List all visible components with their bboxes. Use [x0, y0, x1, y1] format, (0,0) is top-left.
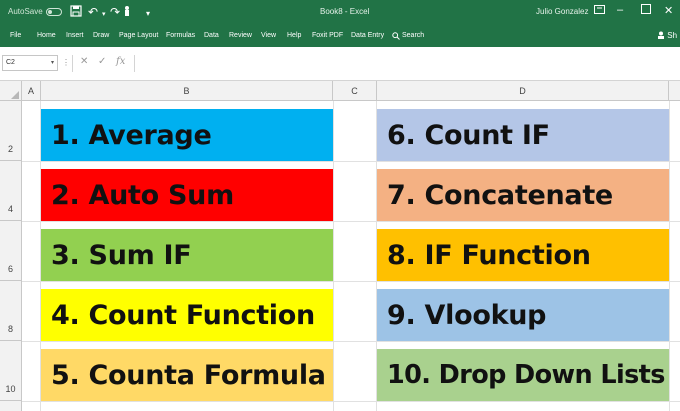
gridline [22, 221, 680, 222]
cell-d4[interactable]: 7. Concatenate [377, 169, 669, 221]
cell-b8[interactable]: 4. Count Function [41, 289, 333, 341]
row-header-2[interactable]: 2 [0, 101, 22, 161]
tab-draw[interactable]: Draw [93, 32, 109, 39]
row-number: 8 [7, 324, 13, 334]
minimize-icon[interactable]: – [617, 4, 623, 16]
gridline [22, 161, 680, 162]
tab-data-entry[interactable]: Data Entry [351, 32, 384, 39]
gridline [669, 101, 670, 411]
cell-b2[interactable]: 1. Average [41, 109, 333, 161]
more-icon: ⋮ [62, 58, 70, 67]
title-bar: AutoSave ↶ ▾ ↷ ▾ Book8 - Excel Julio Gon… [0, 0, 680, 26]
share-button[interactable]: Sh [657, 31, 677, 40]
row-header-11[interactable] [0, 401, 22, 411]
insert-function-icon[interactable]: fx [116, 56, 125, 67]
ribbon-display-icon[interactable] [594, 4, 605, 18]
tab-insert[interactable]: Insert [66, 32, 84, 39]
tab-home[interactable]: Home [37, 32, 56, 39]
ribbon-tabs: File Home Insert Draw Page Layout Formul… [0, 26, 680, 47]
tab-page-layout[interactable]: Page Layout [119, 32, 158, 39]
autosave-toggle[interactable] [46, 8, 62, 16]
autosave-label: AutoSave [8, 7, 43, 16]
select-all-button[interactable] [0, 81, 22, 101]
undo-dropdown-icon[interactable]: ▾ [102, 8, 106, 22]
tab-search[interactable]: Search [402, 32, 424, 39]
formula-input[interactable] [134, 55, 680, 72]
row-number: 4 [7, 204, 13, 214]
cell-b4[interactable]: 2. Auto Sum [41, 169, 333, 221]
row-header-8[interactable]: 8 [0, 281, 22, 341]
cell-b10[interactable]: 5. Counta Formula [41, 349, 333, 401]
row-number: 6 [7, 264, 13, 274]
document-title: Book8 - Excel [320, 7, 370, 16]
row-number: 10 [5, 384, 16, 394]
share-label: Sh [667, 31, 678, 40]
tab-formulas[interactable]: Formulas [166, 32, 195, 39]
gridline [22, 401, 680, 402]
column-header-b[interactable]: B [41, 81, 333, 101]
name-box[interactable]: C2 ▾ [2, 55, 58, 71]
search-icon[interactable] [392, 32, 400, 42]
maximize-icon[interactable] [641, 4, 651, 17]
redo-icon[interactable]: ↷ [110, 5, 120, 19]
column-header-row: A B C D [0, 81, 680, 101]
tab-foxit-pdf[interactable]: Foxit PDF [312, 32, 343, 39]
column-header-c[interactable]: C [333, 81, 377, 101]
row-header-10[interactable]: 10 [0, 341, 22, 401]
spreadsheet-grid: A B C D 2 4 6 8 10 1. Average 2. Auto Su… [0, 81, 680, 411]
undo-icon[interactable]: ↶ [88, 5, 98, 19]
touch-mode-icon[interactable] [122, 5, 132, 20]
row-header-4[interactable]: 4 [0, 161, 22, 221]
tab-view[interactable]: View [261, 32, 276, 39]
cancel-icon[interactable]: ✕ [80, 56, 88, 67]
tab-data[interactable]: Data [204, 32, 219, 39]
customize-qat-icon[interactable]: ▾ [146, 7, 150, 21]
row-number: 2 [7, 144, 13, 154]
cell-d10[interactable]: 10. Drop Down Lists [377, 349, 669, 401]
cell-b6[interactable]: 3. Sum IF [41, 229, 333, 281]
tab-file[interactable]: File [10, 32, 21, 39]
name-box-value: C2 [6, 59, 15, 66]
divider [72, 55, 73, 72]
close-icon[interactable]: ✕ [664, 4, 673, 17]
row-header-6[interactable]: 6 [0, 221, 22, 281]
save-icon[interactable] [70, 5, 82, 20]
gridline [22, 281, 680, 282]
user-name[interactable]: Julio Gonzalez [536, 7, 588, 16]
enter-icon[interactable]: ✓ [98, 56, 106, 67]
formula-bar: C2 ▾ ⋮ ✕ ✓ fx [0, 47, 680, 81]
chevron-down-icon[interactable]: ▾ [51, 59, 54, 66]
column-header-d[interactable]: D [377, 81, 669, 101]
gridline [333, 101, 334, 411]
cell-d6[interactable]: 8. IF Function [377, 229, 669, 281]
tab-help[interactable]: Help [287, 32, 301, 39]
column-header-a[interactable]: A [22, 81, 41, 101]
tab-review[interactable]: Review [229, 32, 252, 39]
cell-d2[interactable]: 6. Count IF [377, 109, 669, 161]
gridline [22, 341, 680, 342]
cell-d8[interactable]: 9. Vlookup [377, 289, 669, 341]
